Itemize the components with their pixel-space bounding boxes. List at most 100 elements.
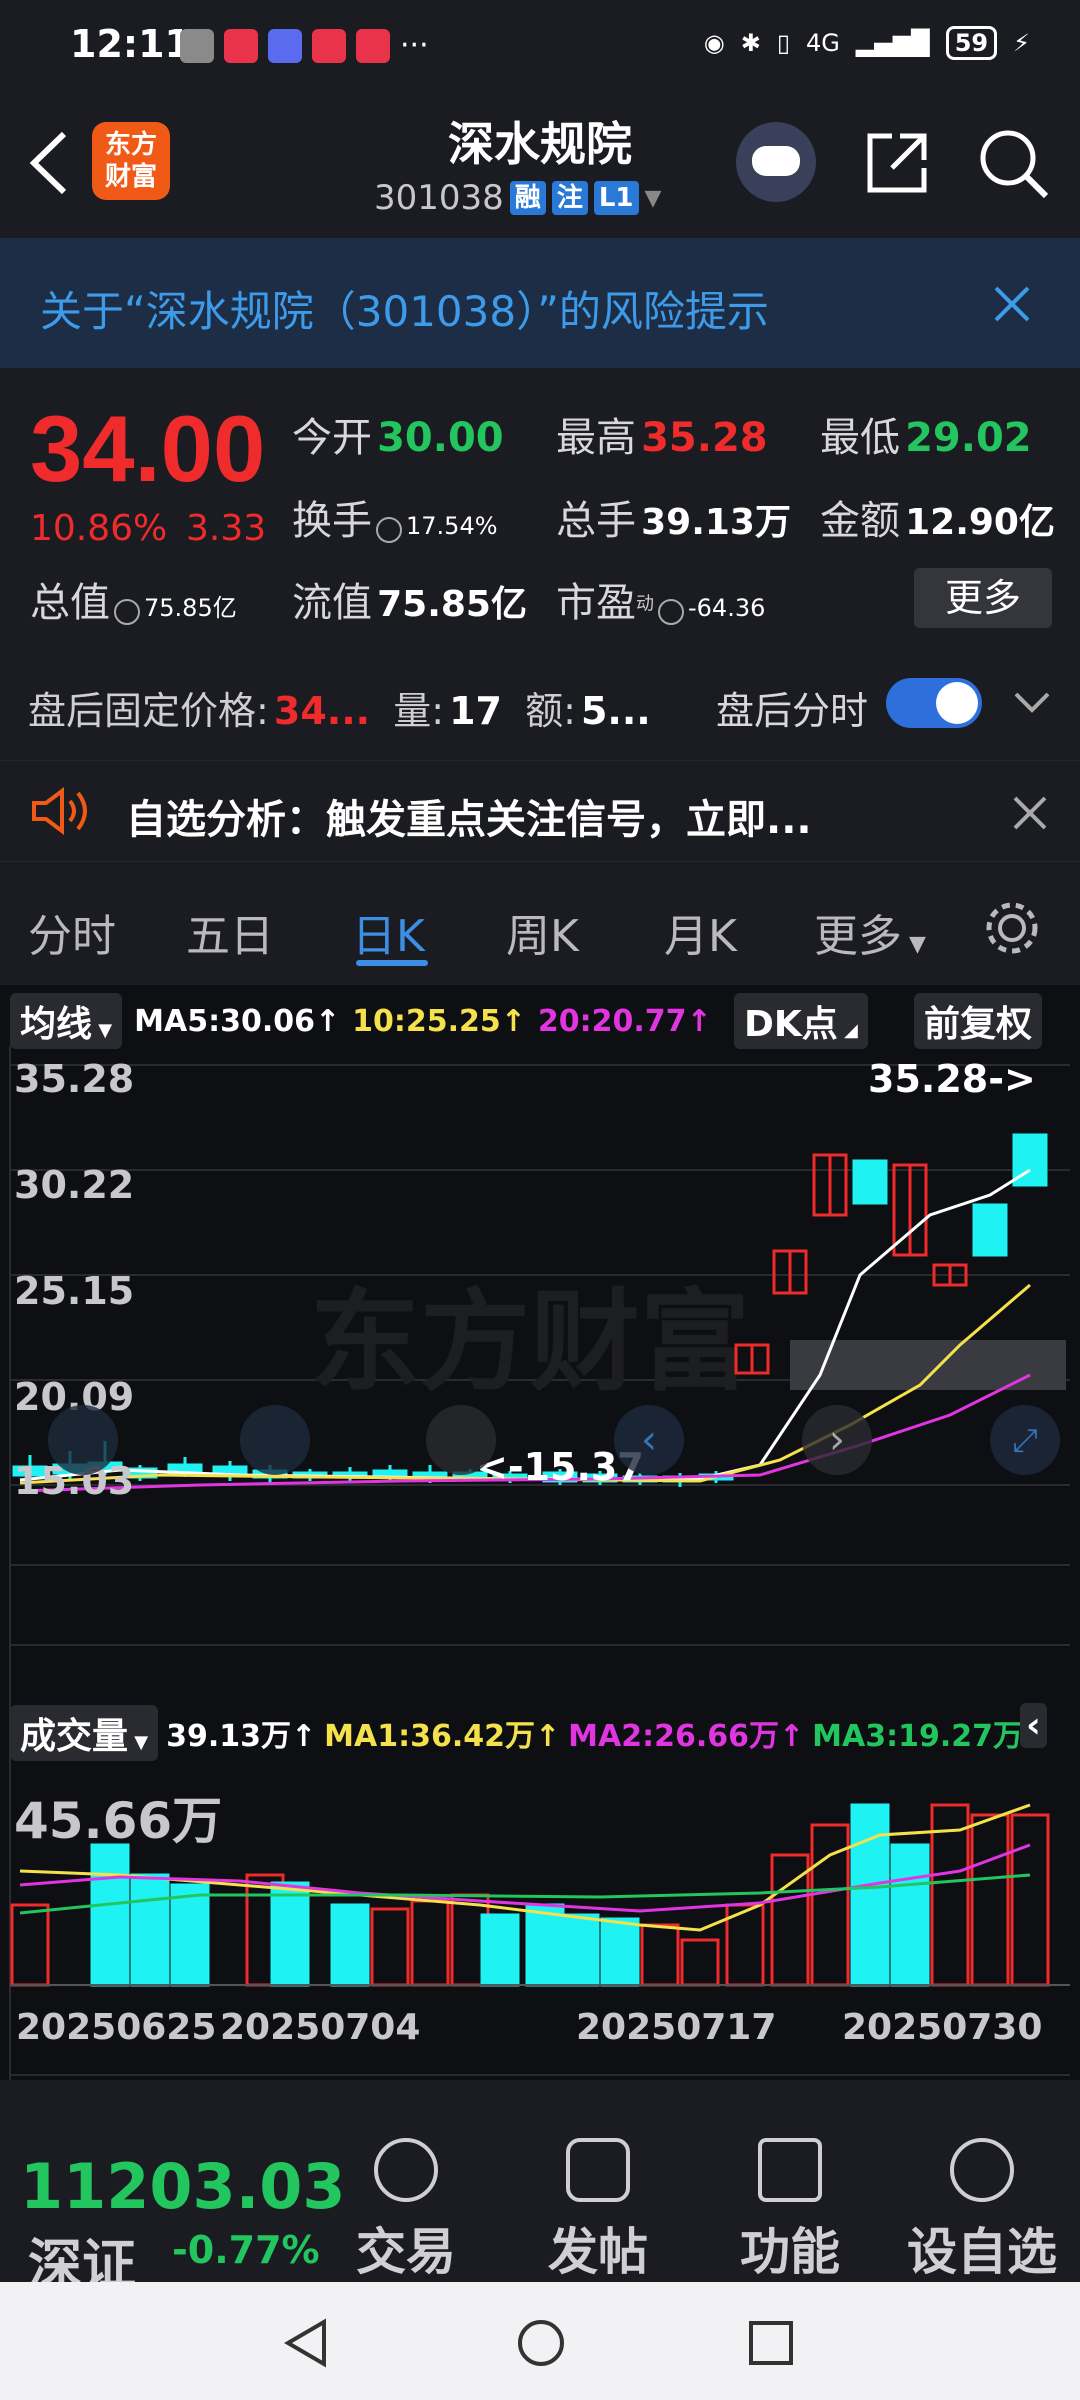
vol-ma1-value: MA1:36.42万↑ (324, 1719, 561, 1754)
kline-chart-panel[interactable]: 均线 ▼ MA5:30.06↑ 10:25.25↑ 20:20.77↑ DK点 … (0, 985, 1080, 2080)
mktcap-stat: 总值 75.85亿 (30, 580, 237, 626)
high-stat: 最高 35.28 (556, 415, 768, 461)
nav-home-icon[interactable] (516, 2318, 566, 2368)
post-icon (566, 2138, 630, 2202)
trade-button[interactable]: 交易 (326, 2138, 486, 2284)
open-stat: 今开 30.00 (292, 415, 504, 461)
pan-left-icon[interactable]: ‹ (614, 1405, 684, 1475)
chevron-down-icon[interactable] (1014, 690, 1050, 714)
speaker-icon (32, 787, 87, 835)
float-value: 75.85亿 (377, 584, 527, 625)
zoom-out-icon[interactable] (48, 1405, 118, 1475)
margin-tag: 融 (509, 181, 546, 215)
volume-legend: 成交量 ▼ 39.13万↑ MA1:36.42万↑ MA2:26.66万↑ MA… (10, 1705, 1048, 1761)
bluetooth-icon: ✱ (740, 29, 761, 57)
volume-bar (270, 1881, 310, 1987)
change-amount: 3.33 (186, 508, 267, 549)
kline-chart[interactable]: 东方财富 (0, 1045, 1080, 2080)
more-notifications: ··· (400, 28, 429, 63)
last-price: 34.00 (30, 396, 266, 501)
high-value: 35.28 (641, 415, 768, 461)
network-label: 4G (806, 29, 840, 57)
volume-bar (525, 1903, 565, 1987)
chevron-down-icon: ▼ (644, 185, 662, 211)
fullscreen-icon[interactable]: ⤢ (990, 1405, 1060, 1475)
vibrate-icon: ▯ (776, 29, 791, 57)
stock-code: 301038 (374, 178, 504, 218)
nav-back-icon[interactable] (284, 2318, 328, 2368)
volume-bar (90, 1843, 130, 1987)
search-icon[interactable] (976, 126, 1050, 200)
tab-monthly-k[interactable]: 月K (664, 900, 737, 964)
signal-icon: ▂▄▆█ (855, 29, 930, 57)
dk-point-button[interactable]: DK点 ◢ (734, 993, 868, 1049)
info-icon[interactable] (114, 598, 140, 625)
volume-bar (130, 1873, 170, 1987)
turnover-value: 17.54% (406, 512, 498, 540)
zoom-plus-icon[interactable] (426, 1405, 496, 1475)
volume-bar (850, 1803, 890, 1987)
turnover-stat: 换手 17.54% (292, 498, 498, 544)
after-hours-volume: 17 (449, 689, 502, 733)
close-icon[interactable] (1012, 795, 1048, 831)
volume-bar (600, 1917, 640, 1987)
volume-bar (480, 1913, 520, 1987)
music-icon (268, 28, 302, 63)
adjust-button[interactable]: 前复权 (914, 993, 1043, 1049)
volume-bar (680, 1938, 720, 1987)
index-value[interactable]: 11203.03 (20, 2150, 346, 2223)
status-time: 12:11 (70, 22, 191, 66)
tab-daily-k[interactable]: 日K (352, 900, 425, 964)
after-hours-amount: 5... (580, 689, 651, 733)
after-hours-intraday-label: 盘后分时 (716, 689, 869, 733)
active-tab-indicator (356, 960, 428, 966)
ma-selector[interactable]: 均线 ▼ (10, 993, 123, 1049)
analysis-banner[interactable]: 自选分析：触发重点关注信号，立即... (0, 760, 1080, 862)
function-button[interactable]: 功能 (710, 2138, 870, 2284)
risk-banner-text: 关于“深水规院（301038）”的风险提示 (40, 287, 769, 336)
vol-ma3-value: MA3:19.27万↑ (812, 1719, 1049, 1754)
after-hours-toggle[interactable] (886, 678, 982, 728)
pe-dynamic-sup: 动 (636, 593, 654, 615)
tab-five-day[interactable]: 五日 (186, 900, 274, 964)
risk-banner[interactable]: 关于“深水规院（301038）”的风险提示 (0, 238, 1080, 368)
stock-code-row[interactable]: 301038 融 注 L1 ▼ (374, 178, 661, 218)
collapse-icon[interactable]: ‹ (1020, 1703, 1047, 1748)
zoom-minus-icon[interactable] (240, 1405, 310, 1475)
notify-icon (224, 28, 258, 63)
ma20-value: 20:20.77↑ (537, 1003, 712, 1039)
volume-indicator-selector[interactable]: 成交量 ▼ (10, 1705, 159, 1761)
post-button[interactable]: 发帖 (518, 2138, 678, 2284)
status-bar: 12:11 ··· ◉ ✱ ▯ 4G ▂▄▆█ 59 ⚡ (0, 0, 1080, 100)
info-icon[interactable] (658, 598, 684, 625)
wechat-icon (180, 28, 214, 63)
more-stats-button[interactable]: 更多 (914, 568, 1052, 628)
tab-intraday[interactable]: 分时 (28, 900, 116, 964)
close-icon[interactable] (992, 284, 1032, 324)
y-axis-label: 35.28 (14, 1057, 135, 1101)
level-tag: L1 (593, 181, 639, 215)
candle-body (852, 1159, 888, 1205)
share-icon[interactable] (862, 128, 932, 198)
notify-icon (312, 28, 346, 63)
ai-assistant-icon[interactable] (736, 122, 816, 202)
tab-more[interactable]: 更多 ▼ (814, 900, 926, 964)
notification-icons: ··· (180, 28, 429, 63)
charging-icon: ⚡ (1013, 29, 1030, 57)
info-icon[interactable] (376, 516, 402, 543)
date-label: 20250730 (842, 2007, 1043, 2048)
low-stat: 最低 29.02 (820, 415, 1032, 461)
date-label: 20250704 (220, 2007, 421, 2048)
volume-max-label: 45.66万 (14, 1792, 223, 1850)
gear-icon[interactable] (982, 898, 1042, 958)
tab-weekly-k[interactable]: 周K (506, 900, 579, 964)
volume-bar (640, 1923, 680, 1987)
system-icons: ◉ ✱ ▯ 4G ▂▄▆█ 59 ⚡ (704, 26, 1030, 60)
add-watchlist-button[interactable]: 设自选 (902, 2138, 1062, 2284)
analysis-text: 自选分析：触发重点关注信号，立即... (126, 797, 812, 843)
pan-right-icon[interactable]: › (802, 1405, 872, 1475)
volume-stat: 总手 39.13万 (556, 498, 791, 544)
notify-icon (356, 28, 390, 63)
nav-recents-icon[interactable] (748, 2320, 794, 2366)
mktcap-value: 75.85亿 (144, 594, 237, 622)
